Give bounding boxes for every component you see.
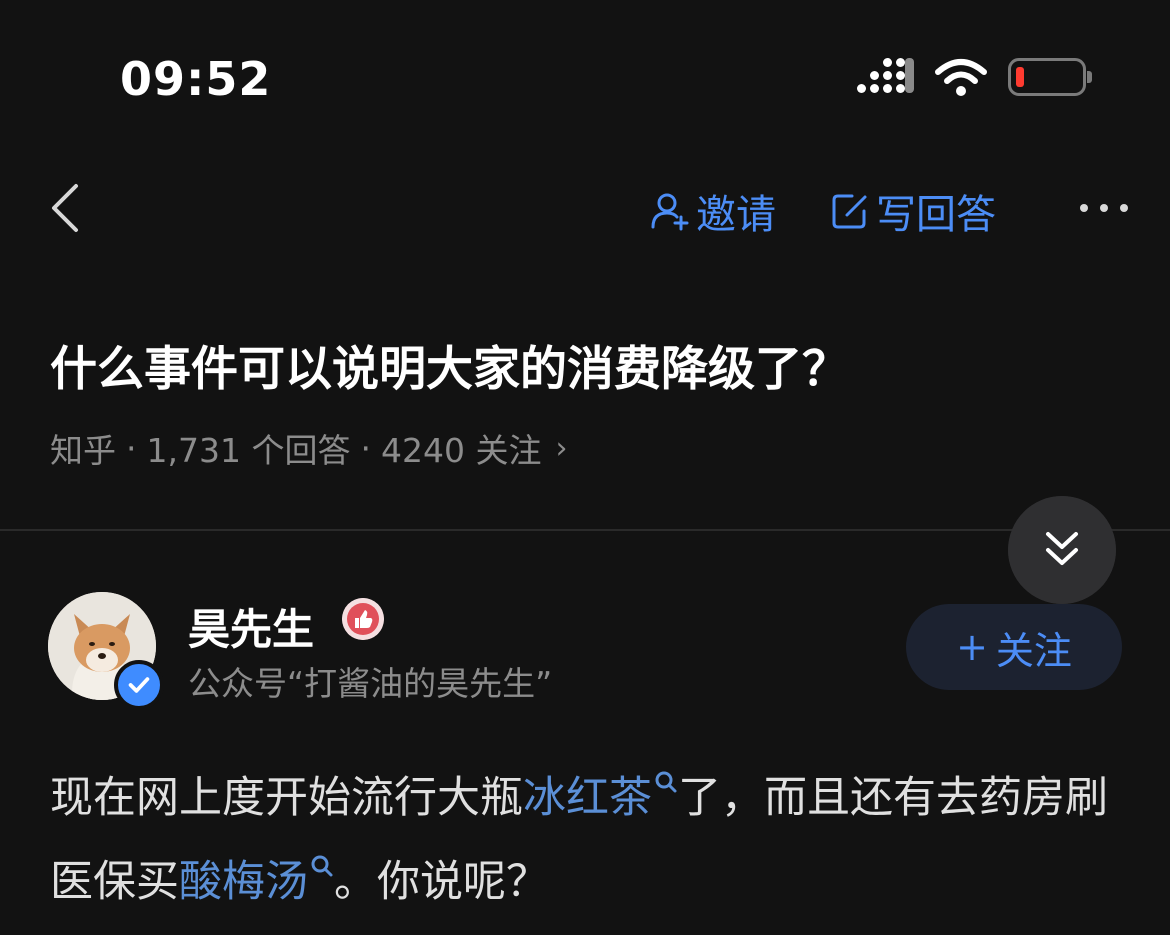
answer-text-segment: 现在网上度开始流行大瓶: [50, 773, 523, 823]
keyword-link-suanmeitang[interactable]: 酸梅汤: [179, 855, 334, 907]
thumbs-up-badge-icon: [342, 598, 384, 640]
keyword-link-bingcha[interactable]: 冰红茶: [523, 771, 678, 823]
keyword-text: 冰红茶: [523, 773, 652, 823]
question-meta[interactable]: 知乎 · 1,731 个回答 · 4240 关注 ›: [50, 424, 567, 472]
chevron-right-icon: ›: [555, 430, 568, 466]
cellular-signal-icon: [855, 58, 915, 98]
battery-tip: [1087, 71, 1092, 83]
keyword-text: 酸梅汤: [179, 857, 308, 907]
status-time: 09:52: [120, 52, 272, 106]
write-answer-label: 写回答: [876, 192, 996, 238]
meta-separator: ·: [360, 428, 371, 468]
plus-icon: +: [956, 625, 988, 669]
add-user-icon: [651, 193, 689, 231]
invite-label: 邀请: [696, 192, 776, 238]
author-description: 公众号“打酱油的昊先生”: [188, 664, 553, 703]
follow-button[interactable]: + 关注: [906, 604, 1122, 690]
question-title: 什么事件可以说明大家的消费降级了？: [50, 342, 849, 397]
more-icon[interactable]: [1076, 190, 1132, 226]
divider: [0, 529, 1170, 531]
edit-icon: [832, 194, 867, 229]
meta-separator: ·: [126, 428, 137, 468]
meta-source: 知乎: [50, 431, 116, 470]
meta-answers-count: 1,731 个回答: [146, 431, 351, 470]
answer-text: 现在网上度开始流行大瓶冰红茶 了，而且还有去药房刷医保买酸梅汤 。你说呢？: [50, 756, 1130, 924]
author-name[interactable]: 昊先生: [188, 596, 314, 657]
back-chevron-icon[interactable]: [40, 180, 90, 236]
invite-button[interactable]: 邀请: [650, 182, 776, 240]
meta-followers-count: 4240 关注: [380, 431, 542, 470]
collapse-double-chevron-icon[interactable]: [1008, 496, 1116, 604]
battery-icon: [1008, 58, 1086, 96]
search-icon: [311, 855, 333, 877]
search-icon: [655, 771, 677, 793]
follow-label: 关注: [995, 628, 1072, 673]
write-answer-button[interactable]: 写回答: [830, 182, 996, 240]
wifi-icon: [935, 59, 987, 96]
verified-badge-icon: [114, 660, 164, 710]
answer-text-segment: 。你说呢？: [334, 857, 549, 907]
